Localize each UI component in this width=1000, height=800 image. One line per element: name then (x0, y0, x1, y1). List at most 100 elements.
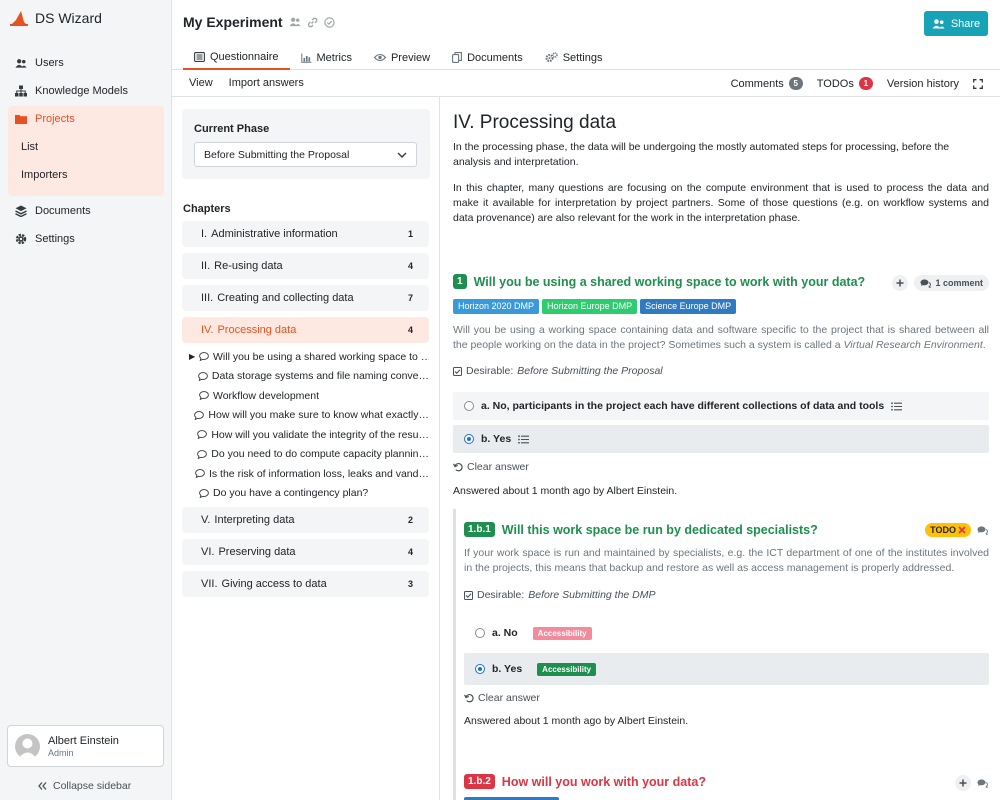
question-nav-item[interactable]: ▶ Will you be using a shared working spac… (189, 347, 429, 367)
answer-option-a[interactable]: a. No Accessibility (464, 619, 989, 647)
question-nav-item[interactable]: Do you have a contingency plan? (189, 484, 429, 504)
comments-button[interactable]: 1 comment (914, 275, 989, 291)
chapter-questions-list: ▶ Will you be using a shared working spac… (189, 347, 429, 503)
view-menu-button[interactable]: View (189, 77, 213, 89)
link-icon[interactable] (307, 17, 318, 28)
users-icon[interactable] (289, 17, 301, 27)
sidebar-item-projects[interactable]: Projects (8, 107, 164, 131)
close-x-icon[interactable] (958, 526, 966, 534)
chapter-item[interactable]: II. Re-using data 4 (182, 253, 429, 279)
todos-count-badge: 1 (858, 77, 873, 90)
question-nav-label: Do you have a contingency plan? (213, 487, 369, 500)
question-nav-item[interactable]: Is the risk of information loss, leaks a… (189, 464, 429, 484)
followup-indent-bar (453, 509, 456, 800)
tag-horizon-europe: Horizon Europe DMP (542, 299, 638, 314)
add-plus-icon[interactable] (892, 275, 909, 291)
sidebar-subitem-importers[interactable]: Importers (21, 169, 67, 181)
chapter-item[interactable]: III. Creating and collecting data 7 (182, 285, 429, 311)
share-label: Share (950, 17, 981, 30)
sidebar-item-users[interactable]: Users (8, 51, 164, 75)
tab-label: Settings (562, 51, 603, 64)
question-nav-item[interactable]: Workflow development (189, 386, 429, 406)
chapter-count: 2 (407, 515, 413, 525)
check-circle-icon[interactable] (323, 16, 335, 28)
question-nav-item[interactable]: How will you make sure to know what exac… (189, 406, 429, 426)
radio-selected[interactable] (475, 664, 485, 674)
wizard-hat-icon (10, 11, 28, 26)
chapter-item[interactable]: VI. Preserving data 4 (182, 539, 429, 565)
question-nav-item[interactable]: How will you validate the integrity of t… (189, 425, 429, 445)
chapter-number: I. (201, 228, 208, 240)
clear-answer-button[interactable]: Clear answer (464, 692, 540, 704)
question-nav-item[interactable]: Do you need to do compute capacity plann… (189, 445, 429, 465)
comments-button[interactable]: Comments 5 (731, 77, 803, 90)
answer-option-a[interactable]: a. No, participants in the project each … (453, 392, 989, 420)
fullscreen-icon[interactable] (973, 78, 983, 89)
comment-icon (199, 488, 209, 498)
tab-preview[interactable]: Preview (363, 45, 441, 70)
answered-by: Answered about 1 month ago by Albert Ein… (464, 715, 689, 727)
question-description: If your work space is run and maintained… (464, 547, 989, 574)
chapter-title: Processing data (217, 324, 297, 336)
chapter-intro-1: In the processing phase, the data will b… (453, 141, 950, 168)
chapters-heading: Chapters (183, 203, 231, 215)
chapter-title-heading: IV. Processing data (453, 112, 617, 133)
comments-icon[interactable] (977, 526, 988, 535)
comment-icon (198, 371, 208, 381)
chapter-item-active[interactable]: IV. Processing data 4 (182, 317, 429, 343)
todos-button[interactable]: TODOs 1 (817, 77, 873, 90)
version-history-button[interactable]: Version history (887, 78, 959, 90)
tab-questionnaire[interactable]: Questionnaire (183, 45, 290, 70)
todos-label: TODOs (816, 77, 854, 90)
user-card[interactable]: Albert Einstein Admin (7, 725, 164, 767)
chapter-intro-2: In this chapter, many questions are focu… (453, 182, 989, 224)
eye-icon (373, 53, 386, 62)
todo-badge[interactable]: TODO (925, 523, 971, 537)
radio-unselected[interactable] (475, 628, 485, 638)
import-answers-button[interactable]: Import answers (229, 77, 304, 89)
collapse-sidebar-button[interactable]: Collapse sidebar (38, 780, 131, 792)
tab-label: Metrics (316, 51, 352, 64)
chapter-title: Giving access to data (221, 578, 327, 590)
chapter-count: 4 (407, 325, 413, 335)
chapter-item[interactable]: I. Administrative information 1 (182, 221, 429, 247)
comments-count-badge: 5 (788, 77, 803, 90)
undo-icon (464, 693, 474, 703)
radio-unselected[interactable] (464, 401, 474, 411)
sidebar-item-label: Settings (35, 233, 75, 245)
answer-label: a. No (492, 627, 518, 639)
chapter-title: Interpreting data (214, 514, 295, 526)
chapter-item[interactable]: VII. Giving access to data 3 (182, 571, 429, 597)
sidebar-projects-group: Projects List Importers (8, 106, 164, 196)
answer-label: b. Yes (492, 663, 523, 675)
clear-answer-button[interactable]: Clear answer (453, 461, 529, 473)
add-plus-icon[interactable] (955, 775, 971, 791)
share-button[interactable]: Share (924, 11, 988, 36)
question-description-emphasis: Virtual Research Environment (843, 339, 983, 351)
desirable-phase: Before Submitting the Proposal (517, 365, 663, 377)
answer-option-b[interactable]: b. Yes Accessibility (464, 653, 989, 685)
brand[interactable]: DS Wizard (9, 9, 102, 27)
chapter-item[interactable]: V. Interpreting data 2 (182, 507, 429, 533)
chapter-number: II. (201, 260, 211, 272)
comments-count-label: 1 comment (935, 278, 983, 288)
radio-selected[interactable] (464, 434, 474, 444)
accessibility-tag: Accessibility (537, 662, 597, 676)
phase-select[interactable]: Before Submitting the Proposal (194, 142, 417, 167)
comments-icon[interactable] (977, 779, 988, 788)
user-plus-icon (932, 18, 945, 29)
sidebar-subitem-list[interactable]: List (21, 141, 38, 153)
question-nav-item[interactable]: Data storage systems and file naming con… (189, 367, 429, 387)
sidebar-item-knowledge-models[interactable]: Knowledge Models (8, 79, 164, 103)
tab-metrics[interactable]: Metrics (290, 45, 363, 70)
answer-label: a. No, participants in the project each … (481, 400, 885, 412)
sidebar-item-settings[interactable]: Settings (8, 227, 164, 251)
questionnaire-content: IV. Processing data In the processing ph… (441, 97, 1000, 800)
answer-option-b[interactable]: b. Yes (453, 425, 989, 453)
tab-documents[interactable]: Documents (441, 45, 534, 70)
tab-settings[interactable]: Settings (534, 45, 614, 70)
answered-by: Answered about 1 month ago by Albert Ein… (453, 485, 678, 497)
sidebar-item-documents[interactable]: Documents (8, 199, 164, 223)
caret-right-icon: ▶ (189, 352, 196, 362)
tag-science-europe: Science Europe DMP (640, 299, 737, 314)
